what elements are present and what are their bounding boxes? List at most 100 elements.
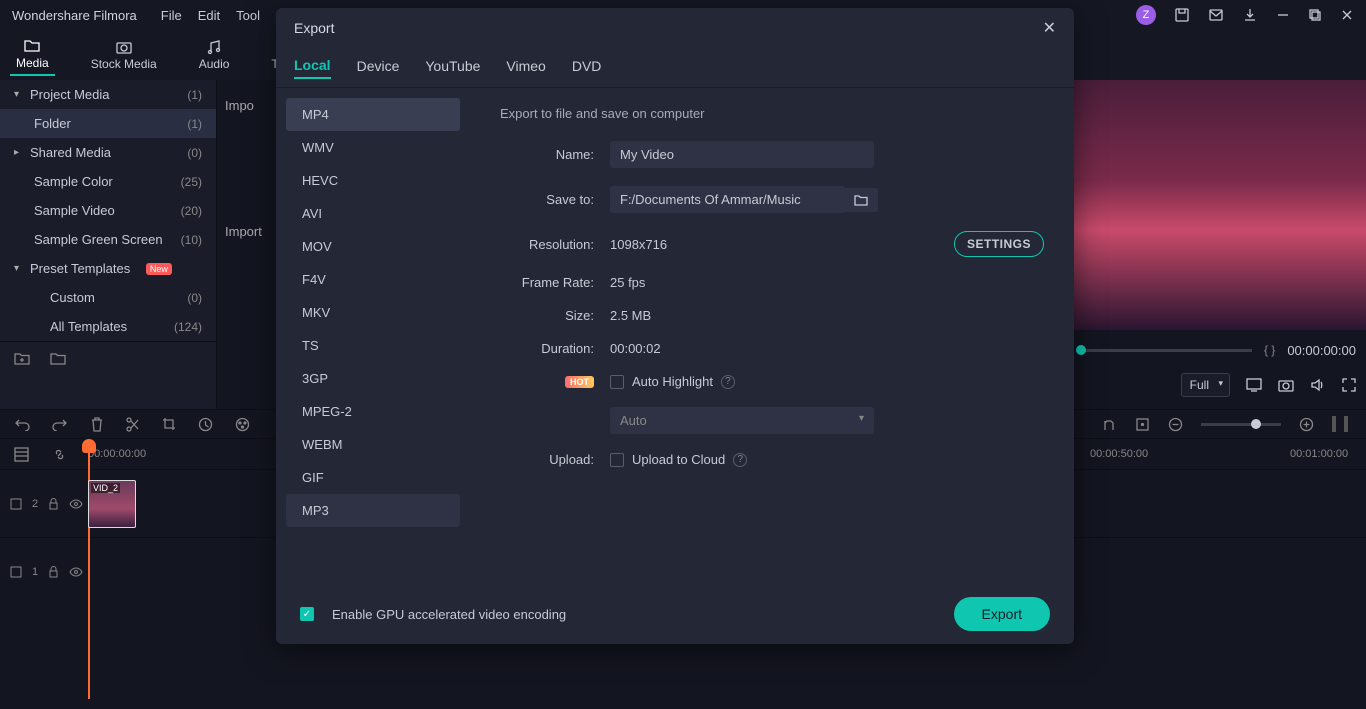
split-icon[interactable] <box>126 417 140 432</box>
export-button[interactable]: Export <box>954 597 1050 631</box>
sidebar-item-preset-templates[interactable]: ▾Preset Templates New <box>0 254 216 283</box>
color-icon[interactable] <box>235 417 250 432</box>
save-icon[interactable] <box>1174 7 1190 23</box>
tab-audio[interactable]: Audio <box>193 35 236 75</box>
speed-icon[interactable] <box>198 417 213 432</box>
format-mp3[interactable]: MP3 <box>286 494 460 527</box>
maximize-icon[interactable] <box>1308 8 1322 22</box>
format-hevc[interactable]: HEVC <box>286 164 460 197</box>
modal-header: Export ✕ <box>276 8 1074 48</box>
mail-icon[interactable] <box>1208 7 1224 23</box>
settings-button[interactable]: SETTINGS <box>954 231 1044 257</box>
upload-cloud-checkbox[interactable] <box>610 453 624 467</box>
path-input[interactable] <box>610 186 844 213</box>
format-mov[interactable]: MOV <box>286 230 460 263</box>
sidebar-item-sample-video[interactable]: Sample Video (20) <box>0 196 216 225</box>
zoom-in-icon[interactable] <box>1299 417 1314 432</box>
add-folder-icon[interactable] <box>14 352 30 366</box>
sidebar-item-custom[interactable]: Custom (0) <box>0 283 216 312</box>
format-f4v[interactable]: F4V <box>286 263 460 296</box>
preview-markers[interactable]: { } <box>1264 343 1275 357</box>
lock-icon[interactable] <box>48 566 59 578</box>
format-mp4[interactable]: MP4 <box>286 98 460 131</box>
label-size: Size: <box>500 308 610 323</box>
name-input[interactable] <box>610 141 874 168</box>
volume-icon[interactable] <box>1310 378 1326 392</box>
chevron-down-icon: ▾ <box>14 263 24 274</box>
eye-icon[interactable] <box>69 499 83 509</box>
tab-stock-media[interactable]: Stock Media <box>85 35 163 75</box>
menu-file[interactable]: File <box>161 8 182 23</box>
label-name: Name: <box>500 147 610 162</box>
sidebar-item-shared-media[interactable]: ▸Shared Media (0) <box>0 138 216 167</box>
tab-vimeo[interactable]: Vimeo <box>506 58 545 78</box>
tab-device[interactable]: Device <box>357 58 400 78</box>
value-duration: 00:00:02 <box>610 341 661 356</box>
sidebar-item-all-templates[interactable]: All Templates (124) <box>0 312 216 341</box>
snapshot-icon[interactable] <box>1278 378 1294 392</box>
format-avi[interactable]: AVI <box>286 197 460 230</box>
format-webm[interactable]: WEBM <box>286 428 460 461</box>
gpu-checkbox[interactable]: ✓ <box>300 607 314 621</box>
format-mpeg2[interactable]: MPEG-2 <box>286 395 460 428</box>
auto-select[interactable]: Auto ▾ <box>610 407 874 434</box>
track-manager-icon[interactable] <box>14 447 29 462</box>
download-icon[interactable] <box>1242 7 1258 23</box>
help-icon[interactable]: ? <box>721 375 735 389</box>
folder-icon[interactable] <box>50 352 66 366</box>
label-resolution: Resolution: <box>500 237 610 252</box>
eye-icon[interactable] <box>69 567 83 577</box>
close-button[interactable]: ✕ <box>1043 18 1056 38</box>
timeline-clip[interactable]: VID_2 <box>88 480 136 528</box>
label-auto-highlight: Auto Highlight <box>632 374 713 389</box>
browse-folder-button[interactable] <box>844 188 878 212</box>
camera-icon <box>115 39 133 55</box>
link-icon[interactable] <box>52 447 67 462</box>
playhead[interactable] <box>88 439 90 699</box>
crop-icon[interactable] <box>162 417 176 431</box>
help-icon[interactable]: ? <box>733 453 747 467</box>
sidebar-item-sample-color[interactable]: Sample Color (25) <box>0 167 216 196</box>
format-wmv[interactable]: WMV <box>286 131 460 164</box>
tab-dvd[interactable]: DVD <box>572 58 602 78</box>
preview-quality-select[interactable]: Full▾ <box>1181 373 1230 397</box>
menu-edit[interactable]: Edit <box>198 8 220 23</box>
marker-icon[interactable] <box>1135 417 1150 432</box>
sidebar-item-project-media[interactable]: ▾Project Media (1) <box>0 80 216 109</box>
screen-icon[interactable] <box>1246 378 1262 392</box>
avatar[interactable]: Z <box>1136 5 1156 25</box>
format-gif[interactable]: GIF <box>286 461 460 494</box>
track-toggle-icon[interactable] <box>10 566 22 578</box>
preview-scrubber[interactable] <box>1076 349 1252 352</box>
format-mkv[interactable]: MKV <box>286 296 460 329</box>
auto-highlight-checkbox[interactable] <box>610 375 624 389</box>
minimize-icon[interactable] <box>1276 8 1290 22</box>
close-icon[interactable] <box>1340 8 1354 22</box>
music-icon <box>205 39 223 55</box>
undo-icon[interactable] <box>14 417 30 431</box>
fit-icon[interactable] <box>1332 416 1352 432</box>
sidebar-item-sample-green[interactable]: Sample Green Screen (10) <box>0 225 216 254</box>
zoom-slider[interactable] <box>1201 423 1281 426</box>
format-ts[interactable]: TS <box>286 329 460 362</box>
chevron-right-icon: ▸ <box>14 147 24 158</box>
tab-youtube[interactable]: YouTube <box>425 58 480 78</box>
audio-mixer-icon[interactable] <box>1102 417 1117 432</box>
lock-icon[interactable] <box>48 498 59 510</box>
menu-tools[interactable]: Tool <box>236 8 260 23</box>
track-toggle-icon[interactable] <box>10 498 22 510</box>
delete-icon[interactable] <box>90 417 104 432</box>
zoom-out-icon[interactable] <box>1168 417 1183 432</box>
tab-local[interactable]: Local <box>294 57 331 79</box>
tab-media[interactable]: Media <box>10 34 55 76</box>
chevron-down-icon: ▾ <box>1218 378 1223 389</box>
new-badge: New <box>146 263 172 275</box>
redo-icon[interactable] <box>52 417 68 431</box>
value-size: 2.5 MB <box>610 308 651 323</box>
import-button[interactable]: Import <box>225 224 262 239</box>
import-label: Impo <box>225 98 254 113</box>
fullscreen-icon[interactable] <box>1342 378 1356 392</box>
folder-icon <box>23 38 41 54</box>
sidebar-item-folder[interactable]: Folder (1) <box>0 109 216 138</box>
format-3gp[interactable]: 3GP <box>286 362 460 395</box>
